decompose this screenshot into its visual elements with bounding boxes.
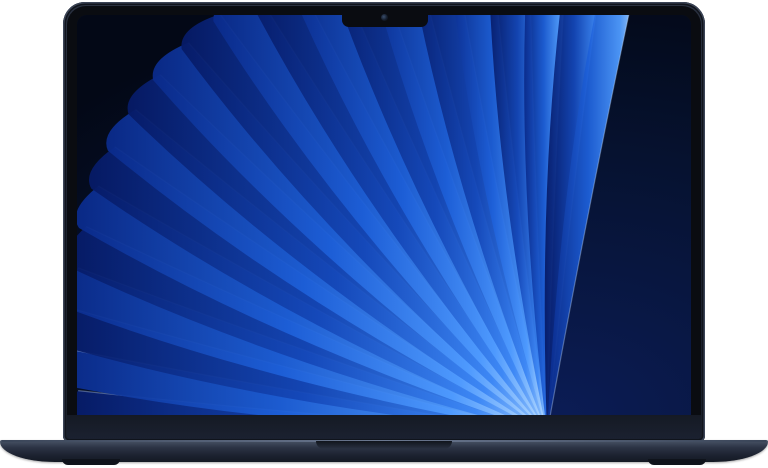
lid-opening-notch — [316, 441, 452, 449]
right-foot — [648, 459, 706, 465]
screen-chin — [67, 415, 701, 439]
left-foot — [62, 459, 120, 465]
wallpaper-petals — [77, 15, 630, 415]
laptop-screen — [77, 15, 691, 415]
product-photo — [0, 0, 768, 468]
wallpaper-image — [77, 15, 691, 415]
camera-icon — [381, 14, 388, 21]
